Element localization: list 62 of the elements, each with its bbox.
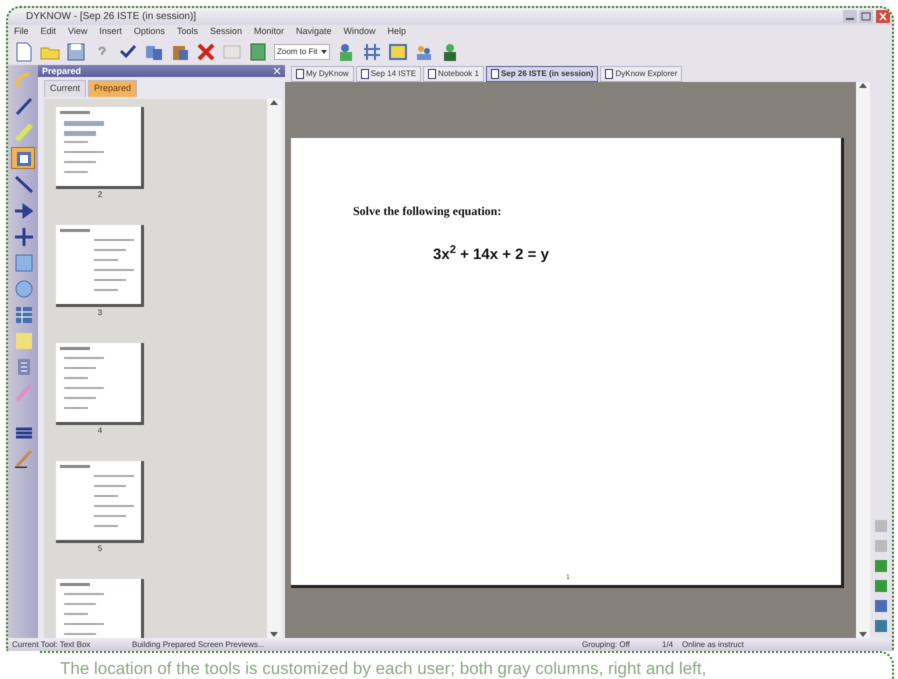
table-icon bbox=[13, 304, 33, 324]
status-text: Grouping: Off bbox=[581, 638, 631, 650]
window-icon[interactable] bbox=[388, 42, 408, 62]
status-text: Online as instruct bbox=[681, 638, 744, 650]
maximize-icon[interactable] bbox=[859, 10, 873, 23]
rectangle-icon bbox=[13, 252, 33, 272]
tab[interactable]: Prepared bbox=[88, 80, 138, 96]
slide-thumbnail[interactable] bbox=[56, 224, 144, 306]
slide-thumbnail[interactable] bbox=[56, 342, 144, 424]
menu-item[interactable]: Help bbox=[388, 24, 406, 38]
status-text: Current Tool: Text Box bbox=[11, 638, 92, 650]
caret-icon bbox=[321, 50, 328, 54]
line-icon bbox=[13, 174, 33, 194]
menu-item[interactable]: Session bbox=[210, 24, 242, 38]
document-tab[interactable]: My DyKnow bbox=[291, 66, 354, 82]
minimize-icon[interactable] bbox=[842, 10, 856, 23]
menu-item[interactable]: Insert bbox=[99, 24, 122, 38]
document-tab[interactable]: DyKnow Explorer bbox=[600, 66, 682, 82]
eraser-icon bbox=[13, 382, 33, 402]
caption: The location of the tools is customized by each user; both gray columns, right and left, bbox=[60, 658, 706, 679]
tool-button[interactable] bbox=[11, 147, 35, 169]
note-icon bbox=[13, 330, 33, 350]
slide-number: 4 bbox=[96, 424, 104, 436]
menu-item[interactable]: Navigate bbox=[296, 24, 332, 38]
brush-icon bbox=[13, 448, 33, 468]
slide-heading: Solve the following equation: bbox=[353, 203, 502, 220]
panel-title: Prepared bbox=[42, 65, 82, 77]
save-icon[interactable] bbox=[66, 42, 86, 62]
menu-item[interactable]: Monitor bbox=[254, 24, 284, 38]
menu-item[interactable]: Edit bbox=[40, 24, 56, 38]
new-file-icon[interactable] bbox=[14, 42, 34, 62]
plus-icon bbox=[13, 226, 33, 246]
document-tab[interactable]: Sep 14 ISTE bbox=[356, 66, 422, 82]
menu-item[interactable]: Window bbox=[344, 24, 376, 38]
pen-icon bbox=[13, 96, 33, 116]
circle-icon bbox=[13, 278, 33, 298]
slide-thumbnail[interactable] bbox=[56, 106, 144, 188]
scrollbar[interactable] bbox=[856, 82, 870, 638]
slide-number: 2 bbox=[96, 188, 104, 200]
menu-item[interactable]: View bbox=[68, 24, 88, 38]
tab[interactable]: Current bbox=[44, 80, 86, 96]
slide-thumbnail[interactable] bbox=[56, 460, 144, 542]
close-icon[interactable] bbox=[876, 10, 890, 23]
menu-item[interactable]: Options bbox=[134, 24, 165, 38]
menu-item[interactable]: File bbox=[14, 24, 29, 38]
equation: 3x$^{2}$ + 14x + 2 = y bbox=[433, 244, 549, 265]
status-text: Building Prepared Screen Previews... bbox=[131, 638, 266, 650]
document-tab[interactable]: Sep 26 ISTE (in session) bbox=[486, 66, 598, 82]
close-icon[interactable] bbox=[273, 67, 281, 75]
scroll-up-icon[interactable] bbox=[859, 82, 867, 88]
status-text: 1/4 bbox=[661, 638, 674, 650]
slide-thumbnail[interactable] bbox=[56, 578, 144, 638]
scrollbar[interactable] bbox=[267, 98, 281, 638]
delete-icon[interactable] bbox=[196, 42, 216, 62]
highlighter-icon bbox=[13, 122, 33, 142]
slide-number: 5 bbox=[96, 542, 104, 554]
scroll-up-icon[interactable] bbox=[270, 98, 278, 104]
window-title: DYKNOW - [Sep 26 ISTE (in session)] bbox=[26, 10, 196, 24]
menu-item[interactable]: Tools bbox=[176, 24, 198, 38]
slide-number: 3 bbox=[96, 306, 104, 318]
document-tab[interactable]: Notebook 1 bbox=[423, 66, 484, 82]
zoom-dropdown[interactable]: Zoom to Fit bbox=[274, 44, 330, 60]
